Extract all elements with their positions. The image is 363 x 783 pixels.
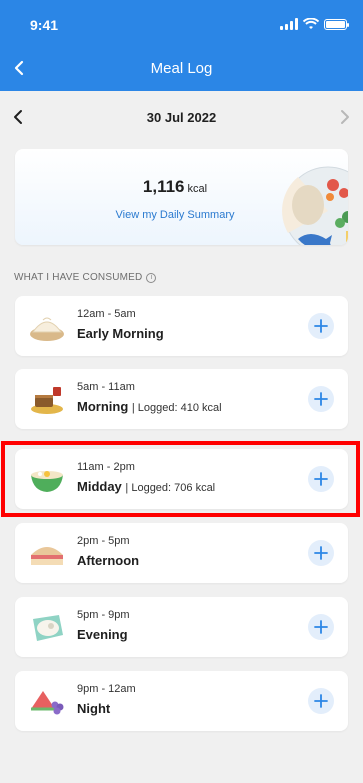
meal-name: Midday — [77, 479, 122, 494]
section-header: WHAT I HAVE CONSUMED i — [14, 272, 157, 283]
fruit-icon — [31, 691, 64, 715]
status-icons — [280, 18, 349, 30]
meal-name-row: Early Morning — [77, 326, 164, 341]
food-plate-icon — [282, 166, 348, 245]
chevron-right-icon[interactable] — [333, 106, 355, 128]
meal-time: 9pm - 12am — [77, 683, 136, 695]
meal-name-row: Night — [77, 701, 110, 716]
meal-name-row: Evening — [77, 627, 128, 642]
battery-icon — [324, 18, 349, 30]
meal-time: 11am - 2pm — [77, 461, 135, 473]
toast-coffee-icon — [31, 387, 63, 414]
meal-name: Early Morning — [77, 326, 164, 341]
meal-time: 5pm - 9pm — [77, 609, 130, 621]
daily-summary-card: 1,116 kcal View my Daily Summary — [15, 149, 348, 245]
noodle-bowl-icon — [31, 471, 63, 492]
plus-icon — [314, 546, 328, 560]
meal-name: Evening — [77, 627, 128, 642]
meal-name: Afternoon — [77, 553, 140, 568]
meal-card-night[interactable]: 9pm - 12am Night — [15, 671, 348, 731]
current-date: 30 Jul 2022 — [146, 110, 217, 125]
plus-icon — [314, 620, 328, 634]
plus-icon — [314, 472, 328, 486]
plus-icon — [314, 392, 328, 406]
app-header: 9:41 Meal Log — [0, 0, 363, 91]
add-meal-button[interactable] — [308, 466, 334, 492]
plus-icon — [314, 694, 328, 708]
section-label: WHAT I HAVE CONSUMED — [14, 272, 143, 283]
meal-card-morning[interactable]: 5am - 11am Morning | Logged: 410 kcal — [15, 369, 348, 429]
meal-time: 12am - 5am — [77, 308, 136, 320]
meal-card-evening[interactable]: 5pm - 9pm Evening — [15, 597, 348, 657]
add-meal-button[interactable] — [308, 688, 334, 714]
meal-name-row: Morning | Logged: 410 kcal — [77, 399, 222, 414]
page-title: Meal Log — [150, 60, 213, 77]
wifi-icon — [303, 18, 319, 29]
meal-name-row: Afternoon — [77, 553, 139, 568]
plus-icon — [314, 319, 328, 333]
meal-time: 5am - 11am — [77, 381, 135, 393]
meal-name: Morning — [77, 399, 129, 414]
info-icon[interactable]: i — [146, 272, 157, 283]
dumpling-icon — [30, 317, 64, 341]
add-meal-button[interactable] — [308, 614, 334, 640]
add-meal-button[interactable] — [308, 386, 334, 412]
meal-name: Night — [77, 701, 111, 716]
add-meal-button[interactable] — [308, 313, 334, 339]
cake-icon — [31, 547, 63, 565]
kcal-unit: kcal — [187, 183, 208, 195]
meal-card-afternoon[interactable]: 2pm - 5pm Afternoon — [15, 523, 348, 583]
meal-card-early-morning[interactable]: 12am - 5am Early Morning — [15, 296, 348, 356]
dinner-plate-icon — [33, 615, 63, 641]
meal-logged-kcal: | Logged: 706 kcal — [125, 482, 216, 494]
signal-icon — [280, 18, 298, 30]
add-meal-button[interactable] — [308, 540, 334, 566]
meal-card-midday[interactable]: 11am - 2pm Midday | Logged: 706 kcal — [15, 449, 348, 509]
status-time: 9:41 — [30, 17, 59, 33]
meal-name-row: Midday | Logged: 706 kcal — [77, 479, 215, 494]
date-navigator: 30 Jul 2022 — [0, 104, 363, 132]
meal-logged-kcal: | Logged: 410 kcal — [131, 402, 222, 414]
meal-time: 2pm - 5pm — [77, 535, 130, 547]
kcal-value: 1,116 — [142, 177, 185, 196]
